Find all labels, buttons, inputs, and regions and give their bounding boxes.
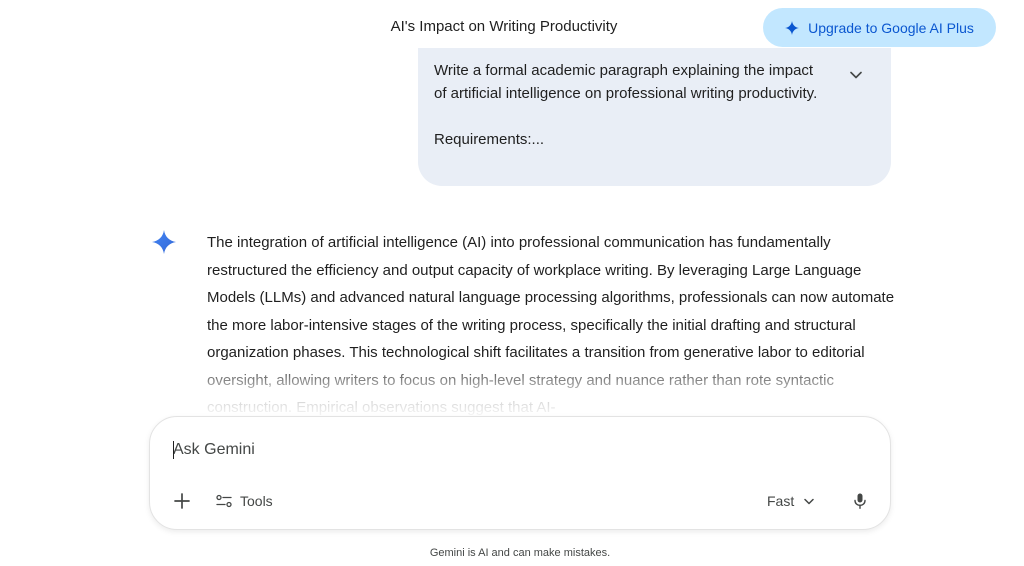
response-text: The integration of artificial intelligen…	[207, 234, 895, 416]
ask-input[interactable]	[173, 439, 853, 461]
add-attachment-button[interactable]	[168, 487, 196, 515]
prompt-text: Write a formal academic paragraph explai…	[434, 62, 818, 102]
tools-button[interactable]: Tools	[216, 487, 273, 515]
plus-icon	[174, 493, 190, 509]
chevron-down-icon	[804, 498, 814, 504]
composer-box: Tools Fast	[149, 416, 891, 530]
upgrade-label: Upgrade to Google AI Plus	[808, 19, 974, 36]
expand-prompt-button[interactable]	[845, 64, 867, 86]
prompt-requirements: Requirements:...	[434, 131, 545, 148]
model-label: Fast	[767, 493, 795, 509]
model-selector[interactable]: Fast	[767, 487, 814, 515]
tools-icon	[216, 494, 232, 508]
microphone-icon	[854, 493, 866, 509]
text-caret	[173, 441, 174, 459]
tools-label: Tools	[240, 493, 273, 509]
chevron-down-icon	[850, 71, 862, 79]
gemini-chat-page: AI's Impact on Writing Productivity Upgr…	[0, 0, 1024, 566]
user-prompt-bubble: Write a formal academic paragraph explai…	[418, 48, 891, 186]
disclaimer-text: Gemini is AI and can make mistakes.	[429, 547, 611, 559]
microphone-button[interactable]	[846, 487, 874, 515]
sparkle-icon	[785, 20, 800, 35]
upgrade-button[interactable]: Upgrade to Google AI Plus	[763, 8, 996, 47]
gemini-spark-icon	[152, 230, 176, 254]
